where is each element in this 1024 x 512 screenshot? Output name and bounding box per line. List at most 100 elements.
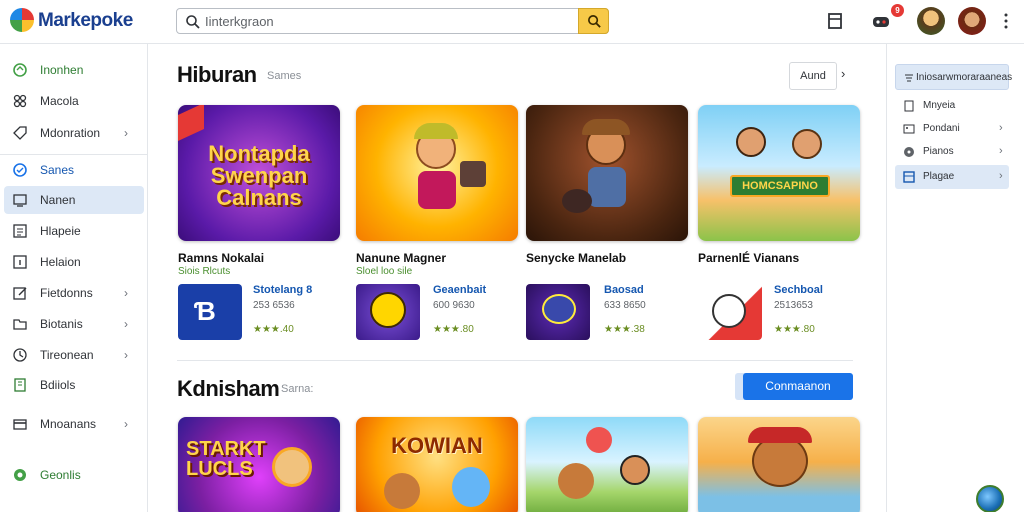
right-panel-item-label: Pondani [923,123,960,134]
right-panel-item[interactable]: Pianos › [895,140,1009,164]
app-logo-glyph: Ɓ [194,296,216,326]
info-icon [13,255,27,269]
see-all-button[interactable]: Aund [789,62,837,90]
section-subtitle: Sarna: [281,383,314,395]
game-tile[interactable]: KOWIAN [356,417,518,512]
sidebar-item-payments[interactable]: Mnoanans › [4,410,144,438]
primary-action-button[interactable]: Conmaanon [743,373,853,400]
app-rating: ★★★.80 [774,324,815,335]
app-meta: 2513653 [774,300,813,311]
profile-avatar[interactable] [958,7,986,35]
right-panel-item[interactable]: Pondani › [895,117,1009,141]
home-icon [13,63,27,77]
game-tag: Sloel loo sile [356,266,413,277]
app-icon[interactable] [526,284,590,340]
disc-icon [904,147,914,157]
game-title[interactable]: Senycke Manelab [526,251,626,265]
sidebar: Inonhen Macola Mdonration › Sanes Nanen … [0,44,148,512]
character-body [418,171,456,209]
game-tile[interactable] [526,105,688,241]
sidebar-item-history[interactable]: Tireonean › [4,341,144,369]
sidebar-item-edit[interactable]: Fietdonns › [4,279,144,307]
right-panel-item[interactable]: Mnyeia [895,94,1009,118]
image-icon [903,124,915,134]
app-icon[interactable] [356,284,420,340]
sidebar-item-label: Inonhen [40,63,84,77]
dice-prop [460,161,486,187]
sidebar-item-list[interactable]: Hlapeie [4,217,144,245]
app-rating: ★★★.80 [433,324,474,335]
app-mascot [712,294,746,328]
game-title[interactable]: ParnenlÉ Vianans [698,251,799,265]
search-button[interactable] [578,8,609,34]
game-tile[interactable] [698,417,860,512]
sidebar-item-selected[interactable]: Nanen [4,186,144,214]
chevron-right-icon[interactable]: › [841,66,845,81]
section-title: Hiburan [177,62,257,87]
notification-badge: 9 [891,4,904,17]
app-mascot [542,294,576,324]
sidebar-item-folder[interactable]: Biotanis › [4,310,144,338]
game-tile[interactable]: STARKT LUCLS [178,417,340,512]
game-title[interactable]: Nanune Magner [356,251,446,265]
sidebar-item-label: Helaion [40,255,81,269]
sidebar-item-home[interactable]: Inonhen [4,56,144,84]
grid-icon [903,171,915,183]
character-body [588,167,626,207]
bookmark-icon[interactable] [824,10,846,32]
sidebar-item-label: Tireonean [40,348,94,362]
sidebar-item-deals[interactable]: Mdonration › [4,119,144,147]
sidebar-item-label: Geonlis [40,468,81,482]
sidebar-item-games[interactable]: Sanes [4,156,144,184]
app-name[interactable]: Baosad [604,284,644,296]
sidebar-item-label: Fietdonns [40,286,93,300]
app-rating: ★★★.38 [604,324,645,335]
game-artwork [698,105,860,241]
sidebar-item-label: Hlapeie [40,224,81,238]
game-artwork [356,417,518,512]
game-tile[interactable]: Nontapda Swenpan Calnans [178,105,340,241]
folder-icon [13,319,27,330]
character-head [272,447,312,487]
app-name[interactable]: Geaenbait [433,284,486,296]
filter-icon [905,74,913,82]
search-input[interactable]: Iinterkgraon [205,14,274,29]
right-panel-header[interactable]: Iniosarwmoraraaneas [895,64,1012,90]
game-tile[interactable] [356,105,518,241]
chevron-right-icon: › [999,145,1003,157]
sidebar-divider [0,154,148,155]
character-head [792,129,822,159]
game-tile[interactable]: HOMCSAPINO [698,105,860,241]
app-name[interactable]: Stotelang 8 [253,284,312,296]
app-rating: ★★★.40 [253,324,294,335]
right-panel-item-selected[interactable]: Plagae › [895,165,1009,189]
sidebar-item-label: Macola [40,94,79,108]
brand-name[interactable]: Markepoke [38,10,133,32]
game-title[interactable]: Ramns Nokalai [178,251,264,265]
app-icon[interactable] [698,284,762,340]
more-vertical-icon[interactable] [998,10,1014,32]
app-name[interactable]: Sechboal [774,284,823,296]
monitor-icon [13,194,27,207]
gamepad-icon[interactable] [870,10,892,32]
right-panel-item-label: Pianos [923,146,954,157]
sidebar-item-settings[interactable]: Geonlis [4,461,144,489]
game-tile[interactable] [526,417,688,512]
sidebar-item-library[interactable]: Bdiiols [4,371,144,399]
card-icon [13,419,27,430]
sidebar-item-info[interactable]: Helaion [4,248,144,276]
globe-icon[interactable] [976,485,1004,512]
sidebar-item-label: Mdonration [40,126,101,140]
character-hat [582,119,630,135]
search-bar[interactable]: Iinterkgraon [176,8,609,34]
avatar[interactable] [917,7,945,35]
right-panel-item-label: Mnyeia [923,100,956,111]
tile-art-title: STARKT LUCLS [186,438,266,480]
app-icon[interactable]: Ɓ [178,284,242,340]
tile-art-title: KOWIAN [391,433,483,458]
chevron-right-icon: › [124,126,128,140]
book-icon [14,378,26,392]
app-logo[interactable] [10,8,34,32]
main-content: Hiburan Sames Aund › Nontapda Swenpan Ca… [149,44,885,512]
sidebar-item-apps[interactable]: Macola [4,87,144,115]
